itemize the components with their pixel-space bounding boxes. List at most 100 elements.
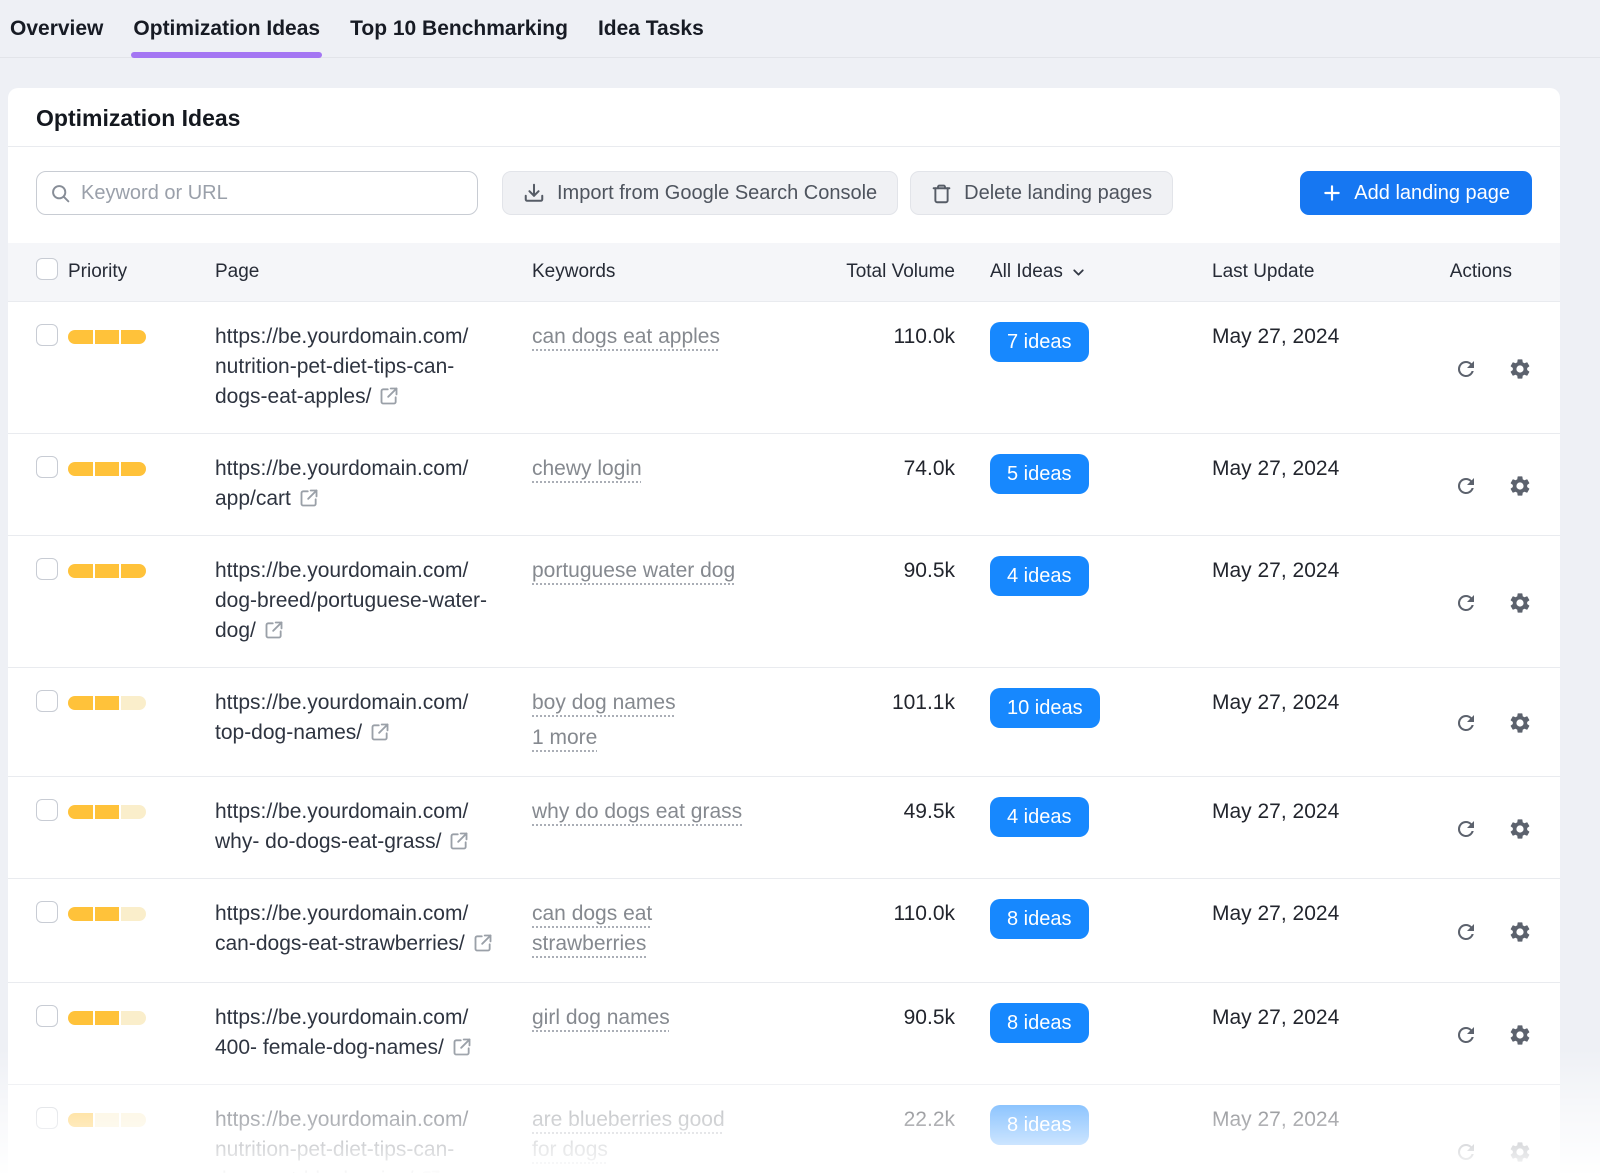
priority-segment <box>68 1113 93 1127</box>
keyword-link[interactable]: why do dogs eat grass <box>532 797 742 827</box>
page-url-link[interactable]: https://be.yourdomain.com/nutrition-pet-… <box>215 1105 532 1173</box>
external-link-icon <box>452 1039 472 1062</box>
keywords-cell: are blueberries goodfor dogs <box>532 1105 782 1173</box>
refresh-icon <box>1454 591 1478 615</box>
row-checkbox[interactable] <box>36 799 58 821</box>
total-volume-value: 49.5k <box>904 800 955 823</box>
row-checkbox[interactable] <box>36 901 58 923</box>
chevron-down-icon <box>1070 264 1087 281</box>
keyword-link[interactable]: 1 more <box>532 723 597 753</box>
refresh-button[interactable] <box>1454 711 1478 735</box>
last-update-value: May 27, 2024 <box>1212 325 1339 348</box>
page-url-link[interactable]: https://be.yourdomain.com/why- do-dogs-e… <box>215 797 532 860</box>
keyword-text: can dogs eat apples <box>532 322 720 352</box>
refresh-icon <box>1454 474 1478 498</box>
row-checkbox[interactable] <box>36 1107 58 1129</box>
ideas-button[interactable]: 10 ideas <box>990 688 1100 728</box>
table-row: https://be.yourdomain.com/can-dogs-eat-s… <box>8 878 1560 982</box>
keyword-link[interactable]: are blueberries goodfor dogs <box>532 1105 725 1165</box>
settings-button[interactable] <box>1508 1140 1532 1164</box>
settings-button[interactable] <box>1508 711 1532 735</box>
tab-overview[interactable]: Overview <box>8 1 105 57</box>
refresh-button[interactable] <box>1454 1140 1478 1164</box>
keyword-link[interactable]: boy dog names <box>532 688 676 718</box>
priority-segment <box>68 564 93 578</box>
page-url-line: dog/ <box>215 616 532 649</box>
last-update-value: May 27, 2024 <box>1212 1006 1339 1029</box>
refresh-button[interactable] <box>1454 357 1478 381</box>
ideas-button[interactable]: 4 ideas <box>990 797 1089 837</box>
keyword-text: chewy login <box>532 454 642 484</box>
row-checkbox[interactable] <box>36 456 58 478</box>
gear-icon <box>1508 474 1532 498</box>
page-url-link[interactable]: https://be.yourdomain.com/400- female-do… <box>215 1003 532 1066</box>
page-url-line: dogs-eat-apples/ <box>215 382 532 415</box>
table-row: https://be.yourdomain.com/why- do-dogs-e… <box>8 776 1560 878</box>
add-landing-page-label: Add landing page <box>1354 182 1510 205</box>
row-checkbox[interactable] <box>36 690 58 712</box>
header-priority: Priority <box>68 261 215 283</box>
priority-meter <box>68 1113 146 1127</box>
priority-meter <box>68 805 146 819</box>
keyword-link[interactable]: portuguese water dog <box>532 556 735 586</box>
ideas-button[interactable]: 8 ideas <box>990 1003 1089 1043</box>
delete-landing-pages-button[interactable]: Delete landing pages <box>910 171 1173 215</box>
ideas-button[interactable]: 4 ideas <box>990 556 1089 596</box>
page-url-link[interactable]: https://be.yourdomain.com/nutrition-pet-… <box>215 322 532 415</box>
total-volume-value: 22.2k <box>904 1108 955 1131</box>
table-row: https://be.yourdomain.com/app/cart chewy… <box>8 433 1560 535</box>
trash-icon <box>931 183 952 204</box>
table-row: https://be.yourdomain.com/dog-breed/port… <box>8 535 1560 667</box>
refresh-button[interactable] <box>1454 1023 1478 1047</box>
ideas-button[interactable]: 7 ideas <box>990 322 1089 362</box>
row-checkbox[interactable] <box>36 324 58 346</box>
priority-segment <box>68 330 93 344</box>
keyword-link[interactable]: girl dog names <box>532 1003 670 1033</box>
ideas-button[interactable]: 8 ideas <box>990 899 1089 939</box>
tab-idea-tasks[interactable]: Idea Tasks <box>596 1 706 57</box>
keyword-link[interactable]: can dogs eatstrawberries <box>532 899 652 959</box>
ideas-button[interactable]: 5 ideas <box>990 454 1089 494</box>
keyword-link[interactable]: can dogs eat apples <box>532 322 720 352</box>
refresh-button[interactable] <box>1454 920 1478 944</box>
priority-segment <box>95 564 120 578</box>
keyword-link[interactable]: chewy login <box>532 454 642 484</box>
priority-segment <box>68 805 93 819</box>
priority-segment <box>95 330 120 344</box>
keyword-text: are blueberries good <box>532 1105 725 1135</box>
settings-button[interactable] <box>1508 920 1532 944</box>
priority-segment <box>95 462 120 476</box>
external-link-icon <box>370 724 390 747</box>
import-gsc-button[interactable]: Import from Google Search Console <box>502 171 898 215</box>
settings-button[interactable] <box>1508 1023 1532 1047</box>
ideas-button[interactable]: 8 ideas <box>990 1105 1089 1145</box>
add-landing-page-button[interactable]: Add landing page <box>1300 171 1532 215</box>
row-checkbox[interactable] <box>36 1005 58 1027</box>
tab-top10-benchmarking[interactable]: Top 10 Benchmarking <box>348 1 570 57</box>
select-all-checkbox[interactable] <box>36 258 58 280</box>
priority-segment <box>68 696 93 710</box>
page-url-line: https://be.yourdomain.com/ <box>215 1105 532 1135</box>
page-url-link[interactable]: https://be.yourdomain.com/can-dogs-eat-s… <box>215 899 532 964</box>
page-url-line: 400- female-dog-names/ <box>215 1033 532 1066</box>
ideas-filter-dropdown[interactable]: All Ideas <box>990 261 1087 283</box>
refresh-button[interactable] <box>1454 817 1478 841</box>
refresh-button[interactable] <box>1454 591 1478 615</box>
settings-button[interactable] <box>1508 474 1532 498</box>
last-update-value: May 27, 2024 <box>1212 1108 1339 1131</box>
refresh-icon <box>1454 1140 1478 1164</box>
table-header: Priority Page Keywords Total Volume All … <box>8 243 1560 301</box>
row-checkbox[interactable] <box>36 558 58 580</box>
page-url-link[interactable]: https://be.yourdomain.com/top-dog-names/ <box>215 688 532 758</box>
search-input[interactable] <box>36 171 478 215</box>
settings-button[interactable] <box>1508 591 1532 615</box>
page-url-link[interactable]: https://be.yourdomain.com/app/cart <box>215 454 532 517</box>
refresh-icon <box>1454 711 1478 735</box>
refresh-button[interactable] <box>1454 474 1478 498</box>
settings-button[interactable] <box>1508 357 1532 381</box>
tab-optimization-ideas[interactable]: Optimization Ideas <box>131 1 322 57</box>
tab-bar: Overview Optimization Ideas Top 10 Bench… <box>0 0 1600 58</box>
refresh-icon <box>1454 817 1478 841</box>
page-url-link[interactable]: https://be.yourdomain.com/dog-breed/port… <box>215 556 532 649</box>
settings-button[interactable] <box>1508 817 1532 841</box>
